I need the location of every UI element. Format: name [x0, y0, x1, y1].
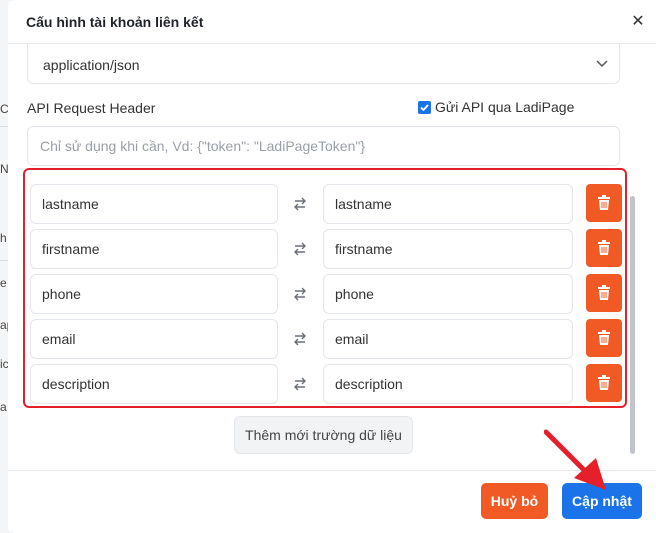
checkmark-icon [420, 103, 429, 111]
swap-arrows-icon [294, 332, 306, 346]
swap-arrows-icon [294, 287, 306, 301]
add-field-button[interactable]: Thêm mới trường dữ liệu [234, 416, 413, 454]
source-field-input[interactable]: phone [30, 274, 278, 314]
modal-title: Cấu hình tài khoản liên kết [26, 14, 204, 30]
swap-arrows-icon [294, 242, 306, 256]
trash-icon [598, 195, 610, 210]
mapping-row: email email [30, 319, 624, 359]
cancel-button[interactable]: Huỷ bỏ [481, 483, 548, 519]
trash-icon [598, 285, 610, 300]
trash-icon [598, 240, 610, 255]
swap-arrows-icon [294, 377, 306, 391]
linked-account-config-modal: Cấu hình tài khoản liên kết ✕ applicatio… [8, 0, 656, 533]
content-type-select[interactable]: application/json [27, 44, 620, 84]
target-field-input[interactable]: description [323, 364, 573, 404]
api-header-input[interactable] [27, 126, 620, 166]
target-field-input[interactable]: firstname [323, 229, 573, 269]
source-field-input[interactable]: firstname [30, 229, 278, 269]
delete-mapping-button[interactable] [586, 364, 622, 402]
close-icon[interactable]: ✕ [630, 14, 646, 30]
mapping-row: description description [30, 364, 624, 404]
chevron-down-icon [596, 60, 608, 68]
send-via-ladipage-toggle[interactable]: Gửi API qua LadiPage [418, 98, 574, 116]
send-via-ladipage-label: Gửi API qua LadiPage [435, 99, 575, 115]
delete-mapping-button[interactable] [586, 229, 622, 267]
target-field-input[interactable]: email [323, 319, 573, 359]
api-header-label: API Request Header [27, 100, 156, 116]
background-fragment: N [0, 162, 8, 176]
background-fragment: e [0, 276, 7, 290]
trash-icon [598, 375, 610, 390]
delete-mapping-button[interactable] [586, 274, 622, 312]
field-mapping-list: lastname lastname firstname firstname ph… [23, 168, 627, 408]
background-fragment: Ca [0, 102, 8, 116]
source-field-input[interactable]: lastname [30, 184, 278, 224]
content-type-value: application/json [43, 57, 140, 73]
send-via-ladipage-checkbox[interactable] [418, 100, 431, 114]
background-fragment: h [0, 231, 7, 245]
modal-header: Cấu hình tài khoản liên kết ✕ [8, 0, 656, 44]
source-field-input[interactable]: description [30, 364, 278, 404]
mapping-row: firstname firstname [30, 229, 624, 269]
target-field-input[interactable]: lastname [323, 184, 573, 224]
mapping-row: lastname lastname [30, 184, 624, 224]
scrollbar-thumb[interactable] [630, 196, 635, 454]
background-fragment: a [0, 400, 7, 414]
swap-arrows-icon [294, 197, 306, 211]
delete-mapping-button[interactable] [586, 184, 622, 222]
mapping-row: phone phone [30, 274, 624, 314]
target-field-input[interactable]: phone [323, 274, 573, 314]
red-arrow-annotation-icon [544, 429, 606, 490]
source-field-input[interactable]: email [30, 319, 278, 359]
delete-mapping-button[interactable] [586, 319, 622, 357]
background-fragment: ap [0, 318, 8, 332]
trash-icon [598, 330, 610, 345]
background-fragment: ic [0, 357, 8, 371]
